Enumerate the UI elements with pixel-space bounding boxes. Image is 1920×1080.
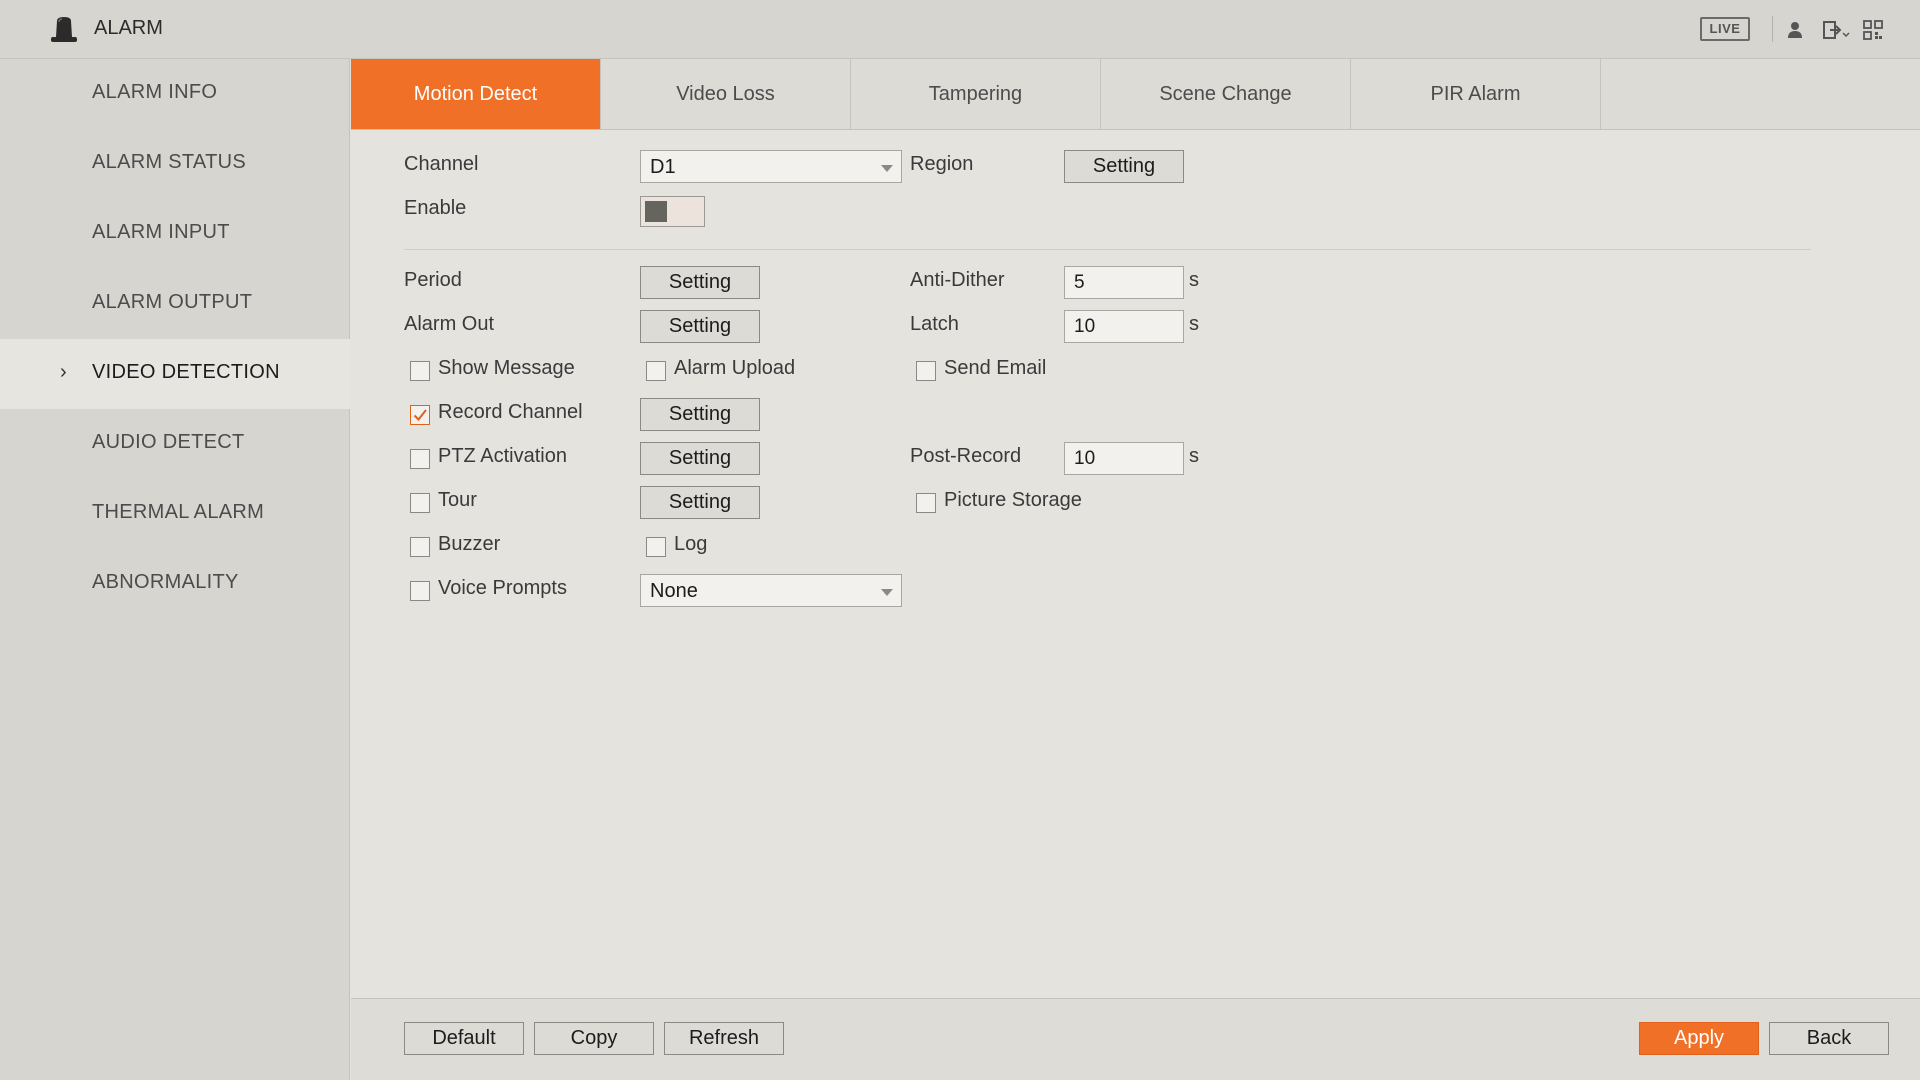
region-label: Region: [910, 153, 974, 175]
check-icon: [413, 409, 427, 422]
sidebar-item-alarm-output[interactable]: ALARM OUTPUT: [0, 269, 350, 339]
anti-dither-label: Anti-Dither: [910, 269, 1005, 291]
toggle-knob: [645, 201, 667, 222]
live-button[interactable]: LIVE: [1700, 17, 1750, 41]
tour-label: Tour: [438, 489, 477, 511]
sidebar-item-alarm-info[interactable]: ALARM INFO: [0, 59, 350, 129]
post-record-label: Post-Record: [910, 445, 1022, 467]
period-setting-button[interactable]: Setting: [640, 266, 760, 299]
latch-input[interactable]: [1064, 310, 1184, 343]
enable-label: Enable: [404, 197, 467, 219]
send-email-label: Send Email: [944, 357, 1047, 379]
show-message-label: Show Message: [438, 357, 575, 379]
page-title: ALARM: [94, 17, 163, 39]
post-record-input[interactable]: [1064, 442, 1184, 475]
tab-pir-alarm[interactable]: PIR Alarm: [1351, 59, 1601, 129]
top-bar: ALARM LIVE: [0, 0, 1920, 59]
sidebar-item-video-detection[interactable]: › VIDEO DETECTION: [0, 339, 350, 409]
dropdown-arrow-icon: [881, 165, 893, 172]
buzzer-label: Buzzer: [438, 533, 501, 555]
ptz-activation-setting-button[interactable]: Setting: [640, 442, 760, 475]
sidebar-item-label: AUDIO DETECT: [92, 431, 245, 453]
dropdown-arrow-icon: [881, 589, 893, 596]
sidebar-item-alarm-input[interactable]: ALARM INPUT: [0, 199, 350, 269]
refresh-button[interactable]: Refresh: [664, 1022, 784, 1055]
record-channel-label: Record Channel: [438, 401, 583, 423]
sidebar-item-label: ALARM INPUT: [92, 221, 230, 243]
send-email-checkbox[interactable]: [916, 361, 936, 381]
post-record-unit: s: [1189, 445, 1199, 467]
sidebar-item-label: ABNORMALITY: [92, 571, 239, 593]
sidebar-item-label: ALARM OUTPUT: [92, 291, 253, 313]
ptz-activation-checkbox[interactable]: [410, 449, 430, 469]
sidebar-item-label: ALARM STATUS: [92, 151, 246, 173]
sidebar-item-audio-detect[interactable]: AUDIO DETECT: [0, 409, 350, 479]
channel-select[interactable]: D1: [640, 150, 902, 183]
latch-label: Latch: [910, 313, 959, 335]
picture-storage-label: Picture Storage: [944, 489, 1082, 511]
tour-checkbox[interactable]: [410, 493, 430, 513]
show-message-checkbox[interactable]: [410, 361, 430, 381]
alarm-out-setting-button[interactable]: Setting: [640, 310, 760, 343]
alarm-upload-label: Alarm Upload: [674, 357, 796, 379]
channel-label: Channel: [404, 153, 479, 175]
default-button[interactable]: Default: [404, 1022, 524, 1055]
record-channel-checkbox[interactable]: [410, 405, 430, 425]
section-divider: [404, 249, 1811, 250]
tab-scene-change[interactable]: Scene Change: [1101, 59, 1351, 129]
tour-setting-button[interactable]: Setting: [640, 486, 760, 519]
copy-button[interactable]: Copy: [534, 1022, 654, 1055]
sidebar-item-thermal-alarm[interactable]: THERMAL ALARM: [0, 479, 350, 549]
tab-motion-detect[interactable]: Motion Detect: [351, 59, 601, 129]
tab-video-loss[interactable]: Video Loss: [601, 59, 851, 129]
chevron-right-icon: ›: [60, 361, 67, 383]
sidebar-item-label: THERMAL ALARM: [92, 501, 265, 523]
ptz-activation-label: PTZ Activation: [438, 445, 567, 467]
anti-dither-unit: s: [1189, 269, 1199, 291]
region-setting-button[interactable]: Setting: [1064, 150, 1184, 183]
voice-prompts-label: Voice Prompts: [438, 577, 567, 599]
top-divider: [1772, 16, 1773, 42]
buzzer-checkbox[interactable]: [410, 537, 430, 557]
period-label: Period: [404, 269, 462, 291]
voice-prompts-checkbox[interactable]: [410, 581, 430, 601]
sidebar-item-alarm-status[interactable]: ALARM STATUS: [0, 129, 350, 199]
logout-icon[interactable]: [1822, 19, 1850, 41]
tab-tampering[interactable]: Tampering: [851, 59, 1101, 129]
user-icon[interactable]: [1784, 19, 1806, 41]
apply-button[interactable]: Apply: [1639, 1022, 1759, 1055]
sidebar-item-label: VIDEO DETECTION: [92, 361, 280, 383]
record-channel-setting-button[interactable]: Setting: [640, 398, 760, 431]
sidebar-item-abnormality[interactable]: ABNORMALITY: [0, 549, 350, 619]
latch-unit: s: [1189, 313, 1199, 335]
log-checkbox[interactable]: [646, 537, 666, 557]
sidebar: ALARM INFO ALARM STATUS ALARM INPUT ALAR…: [0, 59, 350, 1080]
channel-value: D1: [650, 156, 676, 178]
alarm-upload-checkbox[interactable]: [646, 361, 666, 381]
enable-toggle[interactable]: [640, 196, 705, 227]
tab-bar: Motion Detect Video Loss Tampering Scene…: [351, 59, 1920, 130]
voice-prompts-value: None: [650, 580, 698, 602]
anti-dither-input[interactable]: [1064, 266, 1184, 299]
back-button[interactable]: Back: [1769, 1022, 1889, 1055]
voice-prompts-select[interactable]: None: [640, 574, 902, 607]
picture-storage-checkbox[interactable]: [916, 493, 936, 513]
alarm-bell-icon: [51, 17, 77, 42]
log-label: Log: [674, 533, 708, 555]
alarm-out-label: Alarm Out: [404, 313, 495, 335]
qr-code-icon[interactable]: [1862, 19, 1884, 41]
sidebar-item-label: ALARM INFO: [92, 81, 218, 103]
